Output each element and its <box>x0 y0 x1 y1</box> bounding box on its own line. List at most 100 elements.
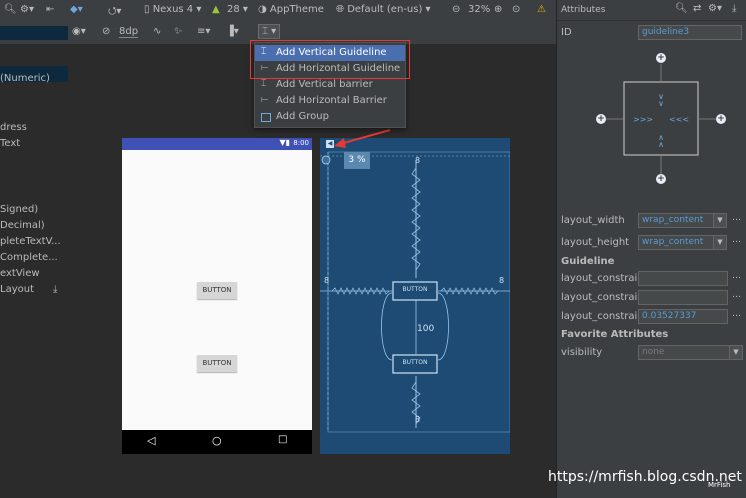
guideline-handle <box>321 155 331 165</box>
menu-item-add-horizontal-barrier[interactable]: ⟝ Add Horizontal Barrier <box>255 93 405 109</box>
blueprint-button-2-label[interactable]: BUTTON <box>393 359 437 366</box>
default-margin-selector[interactable]: 8dp <box>119 26 139 38</box>
constraint-field-1[interactable] <box>638 271 728 286</box>
battery-icon: ▼▮ <box>279 138 290 147</box>
menu-item-add-vertical-barrier[interactable]: ⌶ Add Vertical barrier <box>255 77 405 93</box>
search-icon[interactable]: 🔍︎ <box>4 4 17 15</box>
swap-icon[interactable]: ⇄ <box>693 3 701 14</box>
status-bar: 8:00 ▼▮ <box>122 138 312 150</box>
id-field[interactable]: guideline3 <box>638 25 742 40</box>
palette-item[interactable]: Text <box>0 138 20 149</box>
eye-icon[interactable]: ◉▾ <box>72 26 86 37</box>
layers-icon[interactable]: ◆▾ <box>70 4 83 15</box>
chevron-down-icon[interactable]: ▼ <box>729 345 743 360</box>
warning-icon[interactable]: ⚠ <box>537 4 546 15</box>
attributes-panel: Attributes 🔍︎ ⇄ ⚙▾ ⤓ ID guideline3 ∨ ∨ ∧… <box>557 0 746 498</box>
layout-width-select[interactable]: wrap_content <box>638 213 714 228</box>
align-icon[interactable]: ▐▾ <box>226 26 239 37</box>
palette-item[interactable]: (Numeric) <box>0 73 50 84</box>
recents-icon[interactable]: □ <box>278 434 287 445</box>
constraint-label-1: layout_constraint <box>561 273 648 284</box>
palette-item[interactable]: Signed) <box>0 204 38 215</box>
download-icon[interactable]: ⤓ <box>53 284 57 295</box>
device-label: Nexus 4 <box>152 4 194 15</box>
theme-label: AppTheme <box>269 4 324 15</box>
chevron-down-icon[interactable]: ▼ <box>713 213 727 228</box>
add-left-constraint-icon[interactable]: + <box>596 114 606 124</box>
api-selector[interactable]: 28 ▾ <box>227 4 248 15</box>
guidelines-dropdown-button[interactable]: ⌶ ▾ <box>258 24 281 39</box>
guide-percent-badge[interactable]: 3 % <box>344 152 370 169</box>
watermark-author: MrFish <box>708 481 731 489</box>
design-preview[interactable]: 8:00 ▼▮ BUTTON BUTTON ◁ ○ □ <box>122 138 312 454</box>
zoom-out-button[interactable]: ⊝ <box>452 4 460 15</box>
android-icon[interactable]: ▲ <box>212 4 220 15</box>
device-selector[interactable]: ▯ Nexus 4 ▾ <box>144 4 201 15</box>
visibility-label: visibility <box>561 347 603 358</box>
highlight-box <box>250 40 410 79</box>
search-icon[interactable]: 🔍︎ <box>675 3 688 14</box>
chain-left <box>381 292 393 361</box>
gear-icon[interactable]: ⚙▾ <box>20 4 34 15</box>
arrow-head <box>334 138 346 148</box>
preview-button-2[interactable]: BUTTON <box>197 355 237 372</box>
more-icon[interactable]: … <box>732 213 741 223</box>
menu-item-label: Add Group <box>276 111 329 122</box>
locale-selector[interactable]: 🌐︎ Default (en-us) ▾ <box>336 4 431 15</box>
visibility-select[interactable]: none <box>638 345 730 360</box>
zoom-fit-button[interactable]: ⊙ <box>512 4 520 15</box>
gear-icon[interactable]: ⚙▾ <box>708 3 722 14</box>
palette-item[interactable]: Complete... <box>0 252 58 263</box>
add-bottom-constraint-icon[interactable]: + <box>656 174 666 184</box>
palette-item[interactable]: Layout <box>0 284 34 295</box>
spring-top <box>411 167 421 271</box>
preview-button-1[interactable]: BUTTON <box>197 282 237 299</box>
height-indicator-top-2: ∨ <box>658 99 664 108</box>
magnet-icon[interactable]: ⊘ <box>102 26 110 37</box>
clear-constraints-icon[interactable]: ∿ <box>153 26 161 37</box>
home-icon[interactable]: ○ <box>212 434 222 447</box>
blueprint-button-1-label[interactable]: BUTTON <box>393 286 437 293</box>
vertical-barrier-icon: ⌶ <box>261 79 267 89</box>
add-right-constraint-icon[interactable]: + <box>716 114 726 124</box>
constraint-field-2[interactable] <box>638 290 728 305</box>
palette-item[interactable]: Decimal) <box>0 220 45 231</box>
zoom-in-button[interactable]: ⊕ <box>494 4 502 15</box>
margin-top-label: 8 <box>415 156 421 165</box>
nav-bar: ◁ ○ □ <box>122 430 312 454</box>
constraint-percent-field[interactable]: 0.03527337 <box>638 309 728 324</box>
infer-constraints-icon[interactable]: ✨︎ <box>174 26 182 37</box>
margin-right-label: 8 <box>499 276 505 285</box>
menu-item-add-group[interactable]: Add Group <box>255 109 405 125</box>
constraint-widget[interactable]: ∨ ∨ ∧ ∧ >>> <<< <box>587 50 737 190</box>
horizontal-barrier-icon: ⟝ <box>261 95 269 105</box>
palette-item[interactable]: pleteTextV... <box>0 236 61 247</box>
add-top-constraint-icon[interactable]: + <box>656 53 666 63</box>
theme-selector[interactable]: ◑ AppTheme <box>258 4 324 15</box>
constraint-label-3: layout_constraint <box>561 311 648 322</box>
palette-item[interactable]: dress <box>0 122 27 133</box>
blueprint-view[interactable]: 3 % 8 8 8 8 100 BUTTON BUTTON ◀ <box>320 138 510 454</box>
palette-item[interactable]: extView <box>0 268 40 279</box>
more-icon[interactable]: … <box>732 309 741 319</box>
pin-icon[interactable]: ⇤ <box>46 4 54 15</box>
width-indicator-right: <<< <box>669 115 689 124</box>
api-label: 28 <box>227 4 240 15</box>
menu-item-label: Add Horizontal Barrier <box>276 95 387 106</box>
chevron-down-icon[interactable]: ▼ <box>713 235 727 250</box>
more-icon[interactable]: … <box>732 290 741 300</box>
constraint-label-2: layout_constraint <box>561 292 648 303</box>
pack-icon[interactable]: ≡▾ <box>197 26 210 37</box>
hide-panel-icon[interactable]: ⤓ <box>732 3 736 14</box>
layout-height-select[interactable]: wrap_content <box>638 235 714 250</box>
back-icon[interactable]: ◁ <box>147 434 155 447</box>
id-label: ID <box>561 27 572 38</box>
margin-label: 8dp <box>119 26 139 37</box>
layout-height-label: layout_height <box>561 237 630 248</box>
more-icon[interactable]: … <box>732 271 741 281</box>
orientation-icon[interactable]: ⭯▾ <box>108 4 121 21</box>
margin-left-label: 8 <box>324 276 330 285</box>
more-icon[interactable]: … <box>732 235 741 245</box>
group-icon <box>261 113 271 122</box>
palette-header <box>0 26 68 40</box>
